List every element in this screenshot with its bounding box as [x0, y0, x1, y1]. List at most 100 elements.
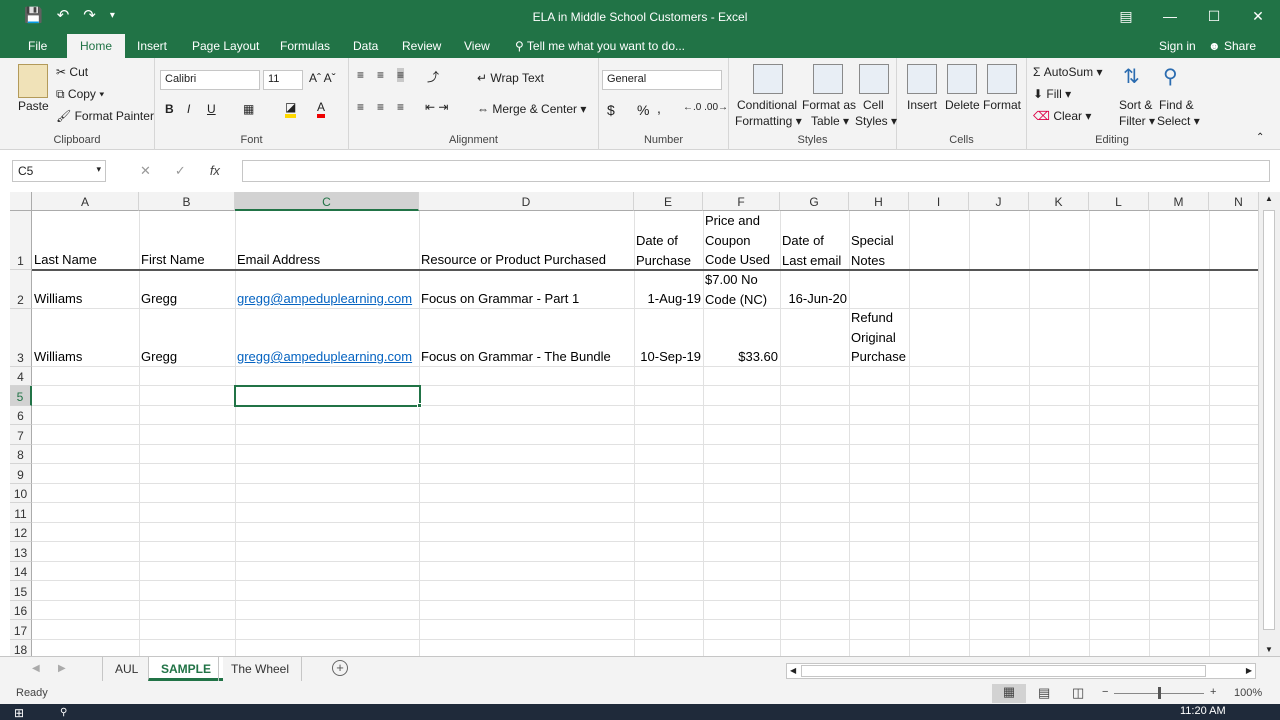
- center-icon[interactable]: ≡: [377, 100, 384, 114]
- cell-e2[interactable]: 1-Aug-19: [634, 289, 703, 309]
- italic-button[interactable]: I: [187, 102, 190, 116]
- page-break-view-icon[interactable]: ◫: [1072, 685, 1084, 701]
- select-all-corner[interactable]: [10, 192, 32, 211]
- format-button[interactable]: Format: [983, 98, 1021, 112]
- table-label[interactable]: Table ▾: [811, 114, 849, 128]
- column-header-d[interactable]: D: [419, 192, 634, 211]
- row-header-1[interactable]: 1: [10, 211, 32, 270]
- increase-font-icon[interactable]: Aˆ Aˇ: [309, 71, 336, 85]
- select-label[interactable]: Select ▾: [1157, 114, 1200, 128]
- autosum-button[interactable]: Σ AutoSum ▾: [1033, 65, 1102, 79]
- paste-icon[interactable]: [18, 64, 48, 98]
- sort-label[interactable]: Sort &: [1119, 98, 1152, 112]
- ribbon-display-icon[interactable]: ▤: [1104, 0, 1148, 32]
- row-header-9[interactable]: 9: [10, 464, 32, 484]
- fill-button[interactable]: ⬇ Fill ▾: [1033, 87, 1071, 101]
- horizontal-scroll-thumb[interactable]: [801, 665, 1206, 677]
- row-header-10[interactable]: 10: [10, 484, 32, 503]
- copy-button[interactable]: ⧉ Copy ▾: [56, 87, 104, 102]
- cell-d3[interactable]: Focus on Grammar - The Bundle: [419, 347, 634, 367]
- sheet-tab-aul[interactable]: AUL: [102, 657, 150, 681]
- cell-f2[interactable]: $7.00 No Code (NC): [703, 270, 780, 309]
- column-header-m[interactable]: M: [1149, 192, 1209, 211]
- row-header-14[interactable]: 14: [10, 562, 32, 581]
- format-cells-icon[interactable]: [987, 64, 1017, 94]
- row-header-4[interactable]: 4: [10, 367, 32, 386]
- windows-start-icon[interactable]: ⊞: [14, 706, 24, 720]
- insert-button[interactable]: Insert: [907, 98, 937, 112]
- fill-color-icon[interactable]: ◪: [285, 100, 297, 118]
- cell-b2[interactable]: Gregg: [139, 289, 235, 309]
- close-icon[interactable]: ✕: [1236, 0, 1280, 32]
- page-layout-view-icon[interactable]: ▤: [1038, 685, 1050, 701]
- cell-a3[interactable]: Williams: [32, 347, 139, 367]
- find-label[interactable]: Find &: [1159, 98, 1194, 112]
- cell-d2[interactable]: Focus on Grammar - Part 1: [419, 289, 634, 309]
- add-sheet-icon[interactable]: +: [332, 660, 348, 676]
- number-format-select[interactable]: General: [602, 70, 722, 90]
- cell-f1[interactable]: Price and Coupon Code Used: [703, 211, 780, 270]
- cell-c1[interactable]: Email Address: [235, 250, 419, 270]
- conditional-label[interactable]: Conditional: [737, 98, 797, 112]
- cell-c2-email-link[interactable]: gregg@ampeduplearning.com: [235, 289, 419, 309]
- enter-icon[interactable]: ✓: [175, 163, 186, 179]
- tab-home[interactable]: Home: [67, 34, 126, 58]
- top-align-icon[interactable]: ≡: [357, 68, 364, 82]
- wrap-text-button[interactable]: ↵ Wrap Text: [477, 71, 544, 85]
- insert-function-button[interactable]: fx: [210, 163, 220, 179]
- row-header-7[interactable]: 7: [10, 425, 32, 445]
- currency-button[interactable]: $: [607, 102, 615, 118]
- next-sheet-icon[interactable]: ▶: [58, 663, 66, 674]
- share-button[interactable]: ☻ Share: [1208, 39, 1256, 53]
- row-header-16[interactable]: 16: [10, 601, 32, 620]
- sheet-tab-the-wheel[interactable]: The Wheel: [218, 657, 303, 681]
- row-header-17[interactable]: 17: [10, 620, 32, 640]
- delete-cells-icon[interactable]: [947, 64, 977, 94]
- column-header-i[interactable]: I: [909, 192, 969, 211]
- cell-b1[interactable]: First Name: [139, 250, 235, 270]
- cell-g2[interactable]: 16-Jun-20: [780, 289, 849, 309]
- sort-filter-icon[interactable]: ⇅: [1123, 64, 1140, 89]
- vertical-scroll-thumb[interactable]: [1263, 210, 1275, 630]
- cell-styles-icon[interactable]: [859, 64, 889, 94]
- maximize-icon[interactable]: ☐: [1192, 0, 1236, 32]
- column-header-l[interactable]: L: [1089, 192, 1149, 211]
- cancel-icon[interactable]: ✕: [140, 163, 151, 179]
- tab-page-layout[interactable]: Page Layout: [192, 39, 259, 53]
- row-header-8[interactable]: 8: [10, 445, 32, 464]
- minimize-icon[interactable]: —: [1148, 0, 1192, 32]
- middle-align-icon[interactable]: ≡: [377, 68, 384, 82]
- comma-button[interactable]: ,: [657, 100, 661, 116]
- scroll-down-icon[interactable]: ▼: [1265, 645, 1273, 654]
- zoom-out-icon[interactable]: −: [1102, 686, 1108, 698]
- orientation-icon[interactable]: ⤴: [427, 68, 439, 85]
- cell-a1[interactable]: Last Name: [32, 250, 139, 270]
- row-header-11[interactable]: 11: [10, 503, 32, 523]
- formula-input[interactable]: [242, 160, 1270, 182]
- font-size-select[interactable]: 11: [263, 70, 303, 90]
- zoom-in-icon[interactable]: +: [1210, 686, 1216, 698]
- sign-in-link[interactable]: Sign in: [1159, 39, 1196, 53]
- column-header-k[interactable]: K: [1029, 192, 1089, 211]
- prev-sheet-icon[interactable]: ◀: [32, 663, 40, 674]
- cell-a2[interactable]: Williams: [32, 289, 139, 309]
- underline-button[interactable]: U: [207, 102, 216, 116]
- column-header-g[interactable]: G: [780, 192, 849, 211]
- row-header-6[interactable]: 6: [10, 406, 32, 425]
- cell-h1[interactable]: Special Notes: [849, 231, 909, 270]
- cell-c3-email-link[interactable]: gregg@ampeduplearning.com: [235, 347, 419, 367]
- row-header-3[interactable]: 3: [10, 309, 32, 367]
- row-header-2[interactable]: 2: [10, 270, 32, 309]
- cut-button[interactable]: ✂ Cut: [56, 65, 88, 79]
- column-header-b[interactable]: B: [139, 192, 235, 211]
- cell-d1[interactable]: Resource or Product Purchased: [419, 250, 634, 270]
- cell-f3[interactable]: $33.60: [703, 347, 780, 367]
- scroll-right-icon[interactable]: ▶: [1246, 666, 1252, 675]
- horizontal-scrollbar[interactable]: ◀ ▶: [786, 663, 1256, 679]
- percent-button[interactable]: %: [637, 102, 649, 118]
- column-header-f[interactable]: F: [703, 192, 780, 211]
- align-left-icon[interactable]: ≡: [357, 100, 364, 114]
- row-header-5[interactable]: 5: [10, 386, 32, 406]
- row-header-12[interactable]: 12: [10, 523, 32, 542]
- column-header-n[interactable]: N: [1209, 192, 1258, 211]
